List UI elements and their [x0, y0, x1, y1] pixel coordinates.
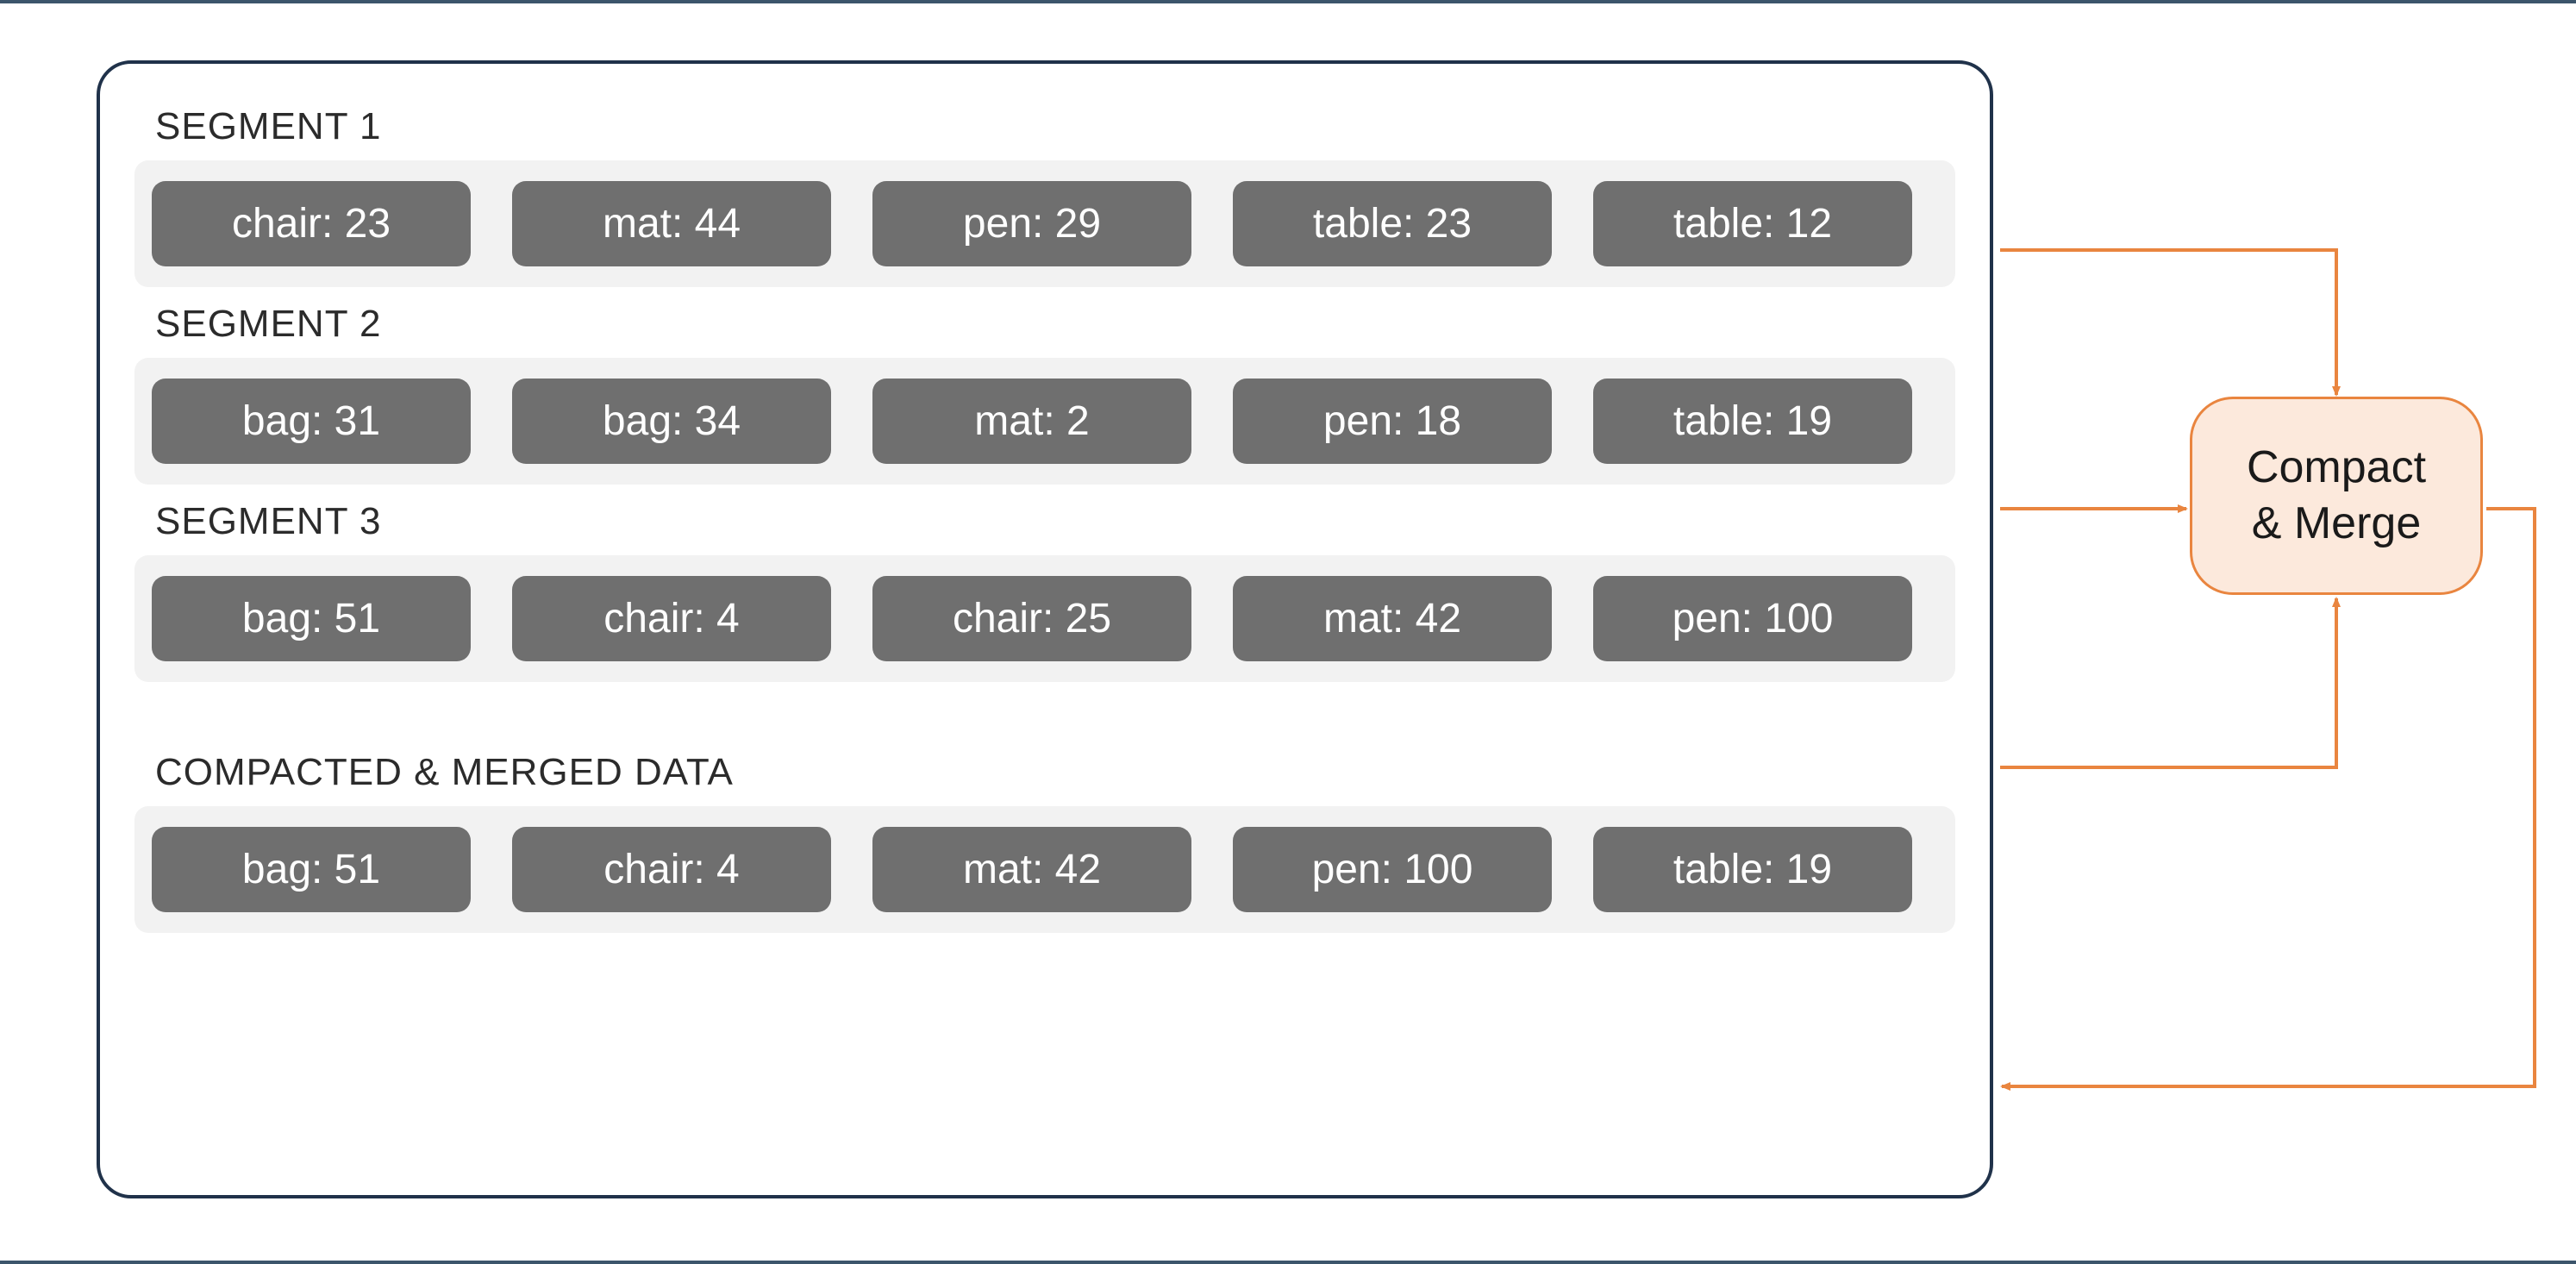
segment-3-item-1: chair: 4 — [512, 576, 831, 661]
segment-3-item-0: bag: 51 — [152, 576, 471, 661]
segment-2-item-4: table: 19 — [1593, 379, 1912, 464]
segment-2-item-0: bag: 31 — [152, 379, 471, 464]
segment-1-item-3: table: 23 — [1233, 181, 1552, 266]
arrow-segment-3-to-process — [2000, 598, 2336, 767]
segment-1-item-2: pen: 29 — [872, 181, 1191, 266]
segment-3-title: SEGMENT 3 — [155, 500, 1955, 543]
compact-merge-line1: Compact — [2247, 440, 2426, 496]
compact-merge-line2: & Merge — [2252, 496, 2422, 552]
output-row: bag: 51 chair: 4 mat: 42 pen: 100 table:… — [134, 806, 1955, 933]
output-item-4: table: 19 — [1593, 827, 1912, 912]
page-bottom-border — [0, 1261, 2576, 1264]
segment-1-item-0: chair: 23 — [152, 181, 471, 266]
compact-merge-process: Compact & Merge — [2190, 397, 2483, 595]
segment-2-item-1: bag: 34 — [512, 379, 831, 464]
segment-3-item-3: mat: 42 — [1233, 576, 1552, 661]
segment-2-row: bag: 31 bag: 34 mat: 2 pen: 18 table: 19 — [134, 358, 1955, 485]
segment-1-title: SEGMENT 1 — [155, 105, 1955, 148]
output-title: COMPACTED & MERGED DATA — [155, 751, 1955, 794]
segment-3-row: bag: 51 chair: 4 chair: 25 mat: 42 pen: … — [134, 555, 1955, 682]
segment-2-item-3: pen: 18 — [1233, 379, 1552, 464]
arrow-segment-1-to-process — [2000, 250, 2336, 395]
output-item-0: bag: 51 — [152, 827, 471, 912]
segment-1-item-1: mat: 44 — [512, 181, 831, 266]
segment-3-item-2: chair: 25 — [872, 576, 1191, 661]
segments-panel: SEGMENT 1 chair: 23 mat: 44 pen: 29 tabl… — [97, 60, 1993, 1198]
segment-3-item-4: pen: 100 — [1593, 576, 1912, 661]
segment-1-item-4: table: 12 — [1593, 181, 1912, 266]
arrow-process-to-output — [2002, 509, 2535, 1086]
page-top-border — [0, 0, 2576, 3]
output-item-2: mat: 42 — [872, 827, 1191, 912]
segment-2-title: SEGMENT 2 — [155, 303, 1955, 346]
output-item-1: chair: 4 — [512, 827, 831, 912]
segment-1-row: chair: 23 mat: 44 pen: 29 table: 23 tabl… — [134, 160, 1955, 287]
segment-2-item-2: mat: 2 — [872, 379, 1191, 464]
output-item-3: pen: 100 — [1233, 827, 1552, 912]
